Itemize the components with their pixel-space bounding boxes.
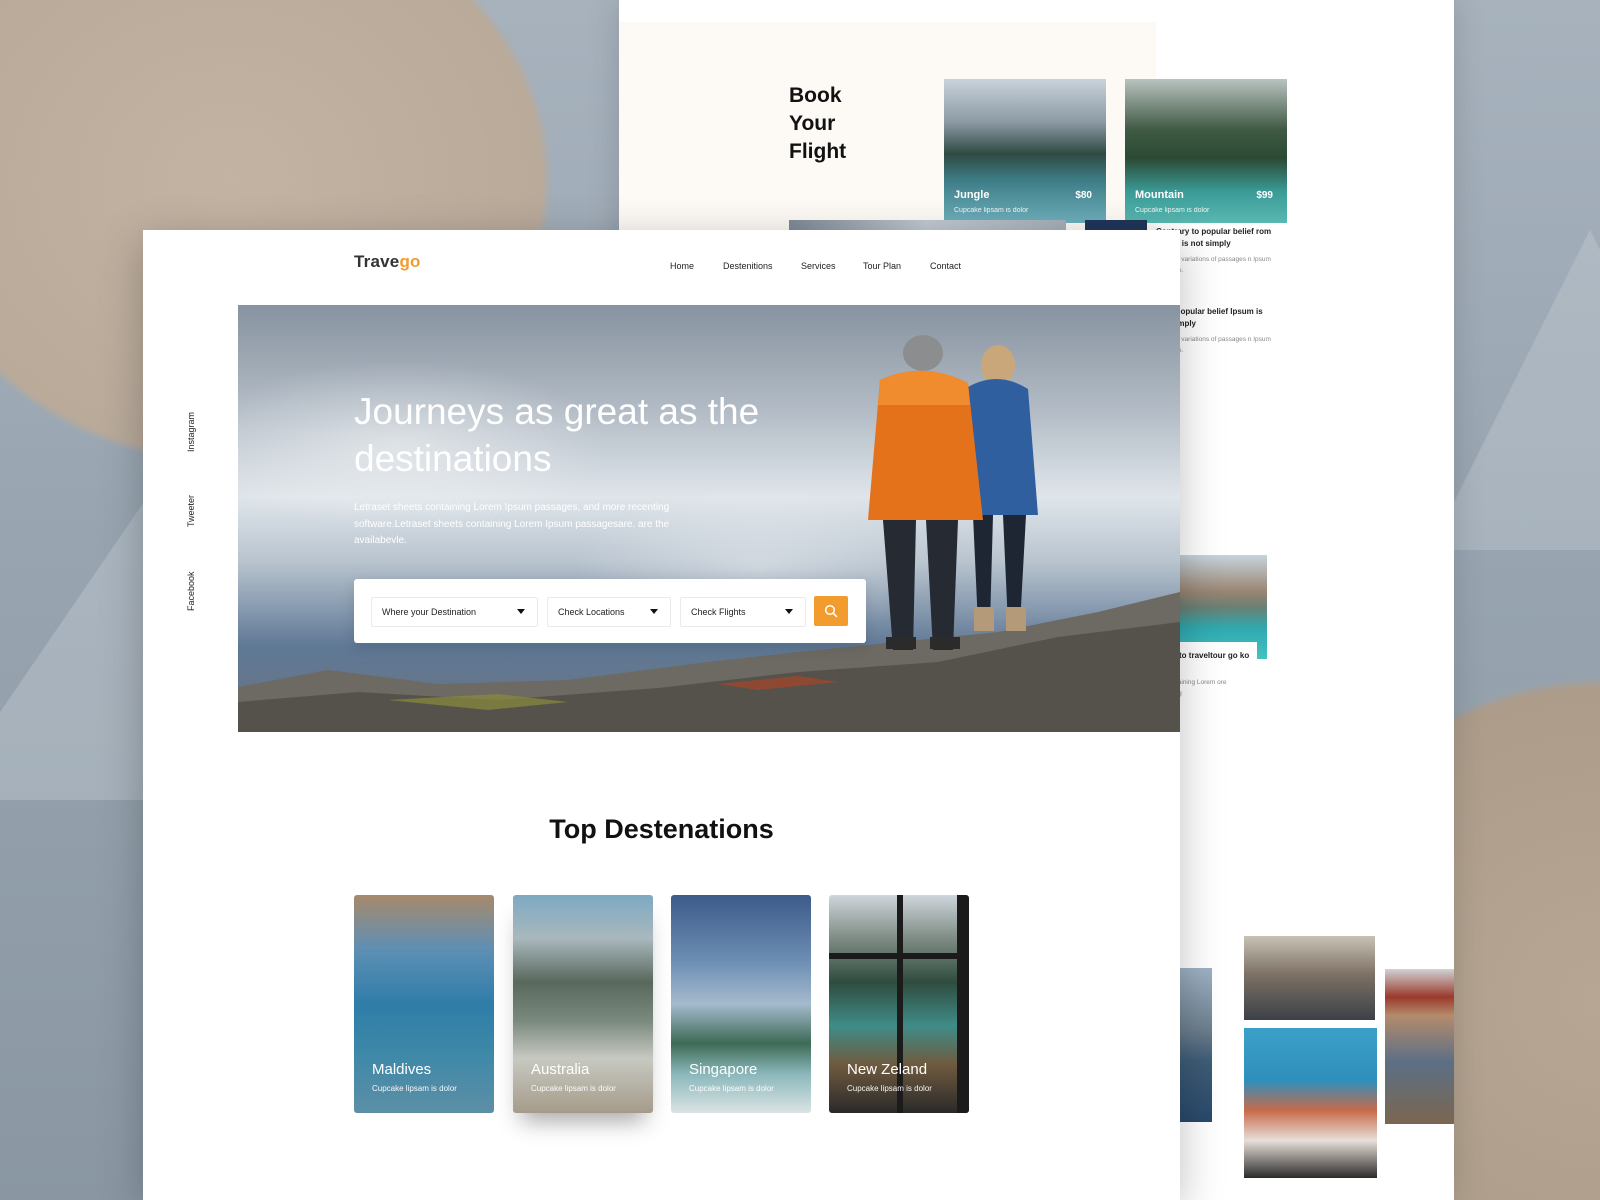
book-flight-section: Book Your Flight Jungle $80 Cupcake lips…: [619, 22, 1287, 232]
background-mountain: [1430, 230, 1600, 550]
caret-down-icon: [785, 609, 793, 614]
nav-home[interactable]: Home: [670, 261, 694, 271]
destination-card-new-zeland[interactable]: New Zeland Cupcake lipsam is dolor: [829, 895, 969, 1113]
social-facebook[interactable]: Facebook: [186, 571, 196, 611]
locations-select[interactable]: Check Locations: [547, 597, 671, 627]
nav-contact[interactable]: Contact: [930, 261, 961, 271]
flight-card-price: $99: [1256, 190, 1273, 201]
destination-card-singapore[interactable]: Singapore Cupcake lipsam is dolor: [671, 895, 811, 1113]
search-bar: Where your Destination Check Locations C…: [354, 579, 866, 643]
nav-services[interactable]: Services: [801, 261, 836, 271]
flights-select[interactable]: Check Flights: [680, 597, 806, 627]
destination-select[interactable]: Where your Destination: [371, 597, 538, 627]
destination-name: Maldives: [372, 1061, 432, 1078]
destination-name: Singapore: [689, 1061, 758, 1078]
gallery-photo-pool[interactable]: [1244, 1028, 1377, 1178]
search-button[interactable]: [814, 596, 848, 626]
window-frame-graphic: [829, 895, 969, 1113]
social-tweeter[interactable]: Tweeter: [186, 495, 196, 527]
flight-card-mountain[interactable]: Mountain $99 Cupcake lipsam is dolor: [1125, 79, 1287, 223]
destination-sub: Cupcake lipsam is dolor: [689, 1084, 774, 1093]
hero-person-orange: [868, 335, 983, 650]
brand-logo[interactable]: Travego: [354, 252, 421, 272]
gallery-photo-man[interactable]: [1385, 969, 1454, 1124]
destination-sub: Cupcake lipsam is dolor: [531, 1084, 616, 1093]
flight-card-sub: Cupcake lipsam is dolor: [1135, 207, 1210, 214]
flight-card-sub: Cupcake lipsam is dolor: [954, 207, 1029, 214]
destination-card-maldives[interactable]: Maldives Cupcake lipsam is dolor: [354, 895, 494, 1113]
landing-page: Travego Home Destenitions Services Tour …: [143, 230, 1180, 1200]
gallery-photo-crowd[interactable]: [1244, 936, 1375, 1020]
logo-text: Trave: [354, 252, 400, 271]
locations-select-label: Check Locations: [558, 607, 625, 617]
nav-tour-plan[interactable]: Tour Plan: [863, 261, 901, 271]
caret-down-icon: [650, 609, 658, 614]
flight-card-name: Mountain: [1135, 189, 1184, 201]
top-destinations-title: Top Destenations: [549, 814, 774, 844]
search-icon: [824, 604, 838, 618]
destination-sub: Cupcake lipsam is dolor: [847, 1084, 932, 1093]
flight-card-name: Jungle: [954, 189, 990, 201]
book-flight-title: Book Your Flight: [789, 84, 847, 163]
caret-down-icon: [517, 609, 525, 614]
logo-accent: go: [399, 252, 421, 271]
destination-sub: Cupcake lipsam is dolor: [372, 1084, 457, 1093]
destination-select-label: Where your Destination: [382, 607, 477, 617]
hero-description: Letraset sheets containing Lorem Ipsum p…: [354, 502, 670, 546]
destination-name: New Zeland: [847, 1061, 928, 1078]
social-instagram[interactable]: Instagram: [186, 412, 196, 452]
flight-card-price: $80: [1075, 190, 1092, 201]
destination-name: Australia: [531, 1061, 590, 1078]
nav-destinations[interactable]: Destenitions: [723, 261, 773, 271]
hero-title: Journeys as great as the destinations: [354, 391, 760, 479]
flights-select-label: Check Flights: [691, 607, 746, 617]
destination-card-australia[interactable]: Australia Cupcake lipsam is dolor: [513, 895, 653, 1113]
flight-card-jungle[interactable]: Jungle $80 Cupcake lipsam is dolor: [944, 79, 1106, 223]
